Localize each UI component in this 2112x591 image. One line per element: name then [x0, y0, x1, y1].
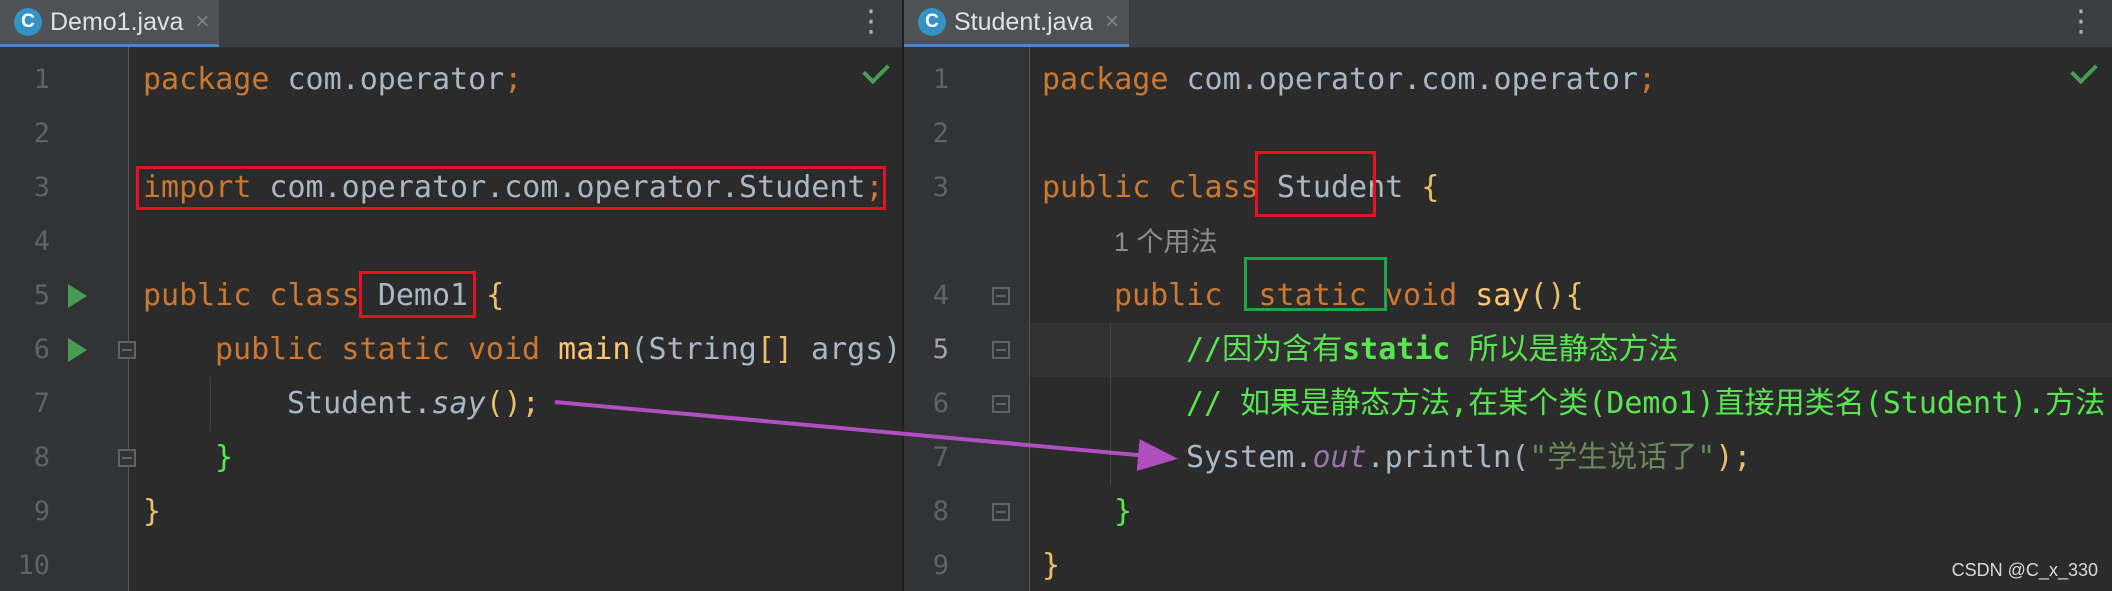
tab-title: Demo1.java — [50, 7, 184, 36]
highlight-import-box — [136, 166, 886, 210]
line-number: 1 — [932, 64, 949, 95]
line-number: 5 — [33, 280, 50, 311]
fold-icon[interactable] — [118, 341, 136, 359]
code-line-6: public static void main(String[] args) — [215, 332, 902, 367]
indent-guide — [1110, 323, 1111, 485]
gutter: 1 2 3 4 5 6 7 8 9 10 — [0, 47, 136, 591]
code-line-1: package com.operator.com.operator; — [1042, 62, 1657, 97]
line-number: 6 — [932, 388, 949, 419]
java-class-icon: C — [14, 8, 42, 36]
editor-pane-student: C Student.java × ⋮ 1 2 3 4 5 6 7 8 9 pac… — [904, 0, 2112, 591]
watermark-text: CSDN @C_x_330 — [1951, 560, 2098, 580]
code-line-7: System.out.println("学生说话了"); — [1186, 440, 1752, 475]
close-tab-icon[interactable]: × — [195, 8, 209, 36]
line-number: 7 — [932, 442, 949, 473]
line-number: 4 — [932, 280, 949, 311]
checkmark-icon — [2070, 56, 2098, 85]
highlight-student-box — [1255, 151, 1376, 217]
close-tab-icon[interactable]: × — [1105, 8, 1119, 36]
editor-pane-demo1: C Demo1.java × ⋮ 1 2 3 4 5 6 7 8 9 10 pa… — [0, 0, 902, 591]
highlight-demo1-box — [359, 271, 476, 318]
checkmark-icon — [862, 56, 890, 85]
line-number: 3 — [932, 172, 949, 203]
method-call-say: say — [431, 386, 486, 421]
code-line-9: } — [143, 494, 162, 529]
tab-options-icon[interactable]: ⋮ — [2066, 6, 2096, 38]
line-number: 1 — [33, 64, 50, 95]
code-line-8: } — [1114, 494, 1133, 529]
tab-options-icon[interactable]: ⋮ — [856, 6, 886, 38]
code-line-9: } — [1042, 548, 1061, 583]
line-number: 8 — [33, 442, 50, 473]
tab-bar: C Student.java × ⋮ — [904, 0, 2112, 48]
fold-icon[interactable] — [992, 503, 1010, 521]
java-class-icon: C — [918, 8, 946, 36]
line-number: 9 — [33, 496, 50, 527]
code-line-1: package com.operator; — [143, 62, 523, 97]
line-number: 2 — [33, 118, 50, 149]
fold-icon[interactable] — [992, 395, 1010, 413]
line-number: 10 — [17, 550, 50, 581]
fold-icon[interactable] — [992, 341, 1010, 359]
indent-guide — [210, 377, 211, 431]
line-number-current: 5 — [932, 334, 949, 365]
code-line-6: // 如果是静态方法,在某个类(Demo1)直接用类名(Student).方法 — [1186, 386, 2106, 421]
run-main-icon[interactable] — [68, 338, 87, 362]
code-editor[interactable]: 1 2 3 4 5 6 7 8 9 package com.operator.c… — [904, 47, 2112, 591]
highlight-static-box — [1244, 257, 1387, 311]
tab-title: Student.java — [954, 7, 1093, 36]
code-line-3: public class Student { — [1042, 170, 1440, 205]
code-editor[interactable]: 1 2 3 4 5 6 7 8 9 10 package com.operato… — [0, 47, 902, 591]
line-number: 8 — [932, 496, 949, 527]
code-line-7: Student.say(); — [287, 386, 540, 421]
line-number: 2 — [932, 118, 949, 149]
fold-icon[interactable] — [992, 287, 1010, 305]
tab-demo1-java[interactable]: C Demo1.java × — [0, 0, 220, 47]
line-number: 6 — [33, 334, 50, 365]
gutter: 1 2 3 4 5 6 7 8 9 — [904, 47, 1030, 591]
code-line-5: //因为含有static 所以是静态方法 — [1186, 332, 1679, 367]
usages-inlay-hint[interactable]: 1 个用法 — [1114, 215, 1218, 269]
fold-icon[interactable] — [118, 449, 136, 467]
line-number: 7 — [33, 388, 50, 419]
line-number: 9 — [932, 550, 949, 581]
code-line-8: } — [215, 440, 234, 475]
tab-student-java[interactable]: C Student.java × — [904, 0, 1130, 47]
line-number: 4 — [33, 226, 50, 257]
line-number: 3 — [33, 172, 50, 203]
tab-bar: C Demo1.java × ⋮ — [0, 0, 902, 48]
run-class-icon[interactable] — [68, 284, 87, 308]
